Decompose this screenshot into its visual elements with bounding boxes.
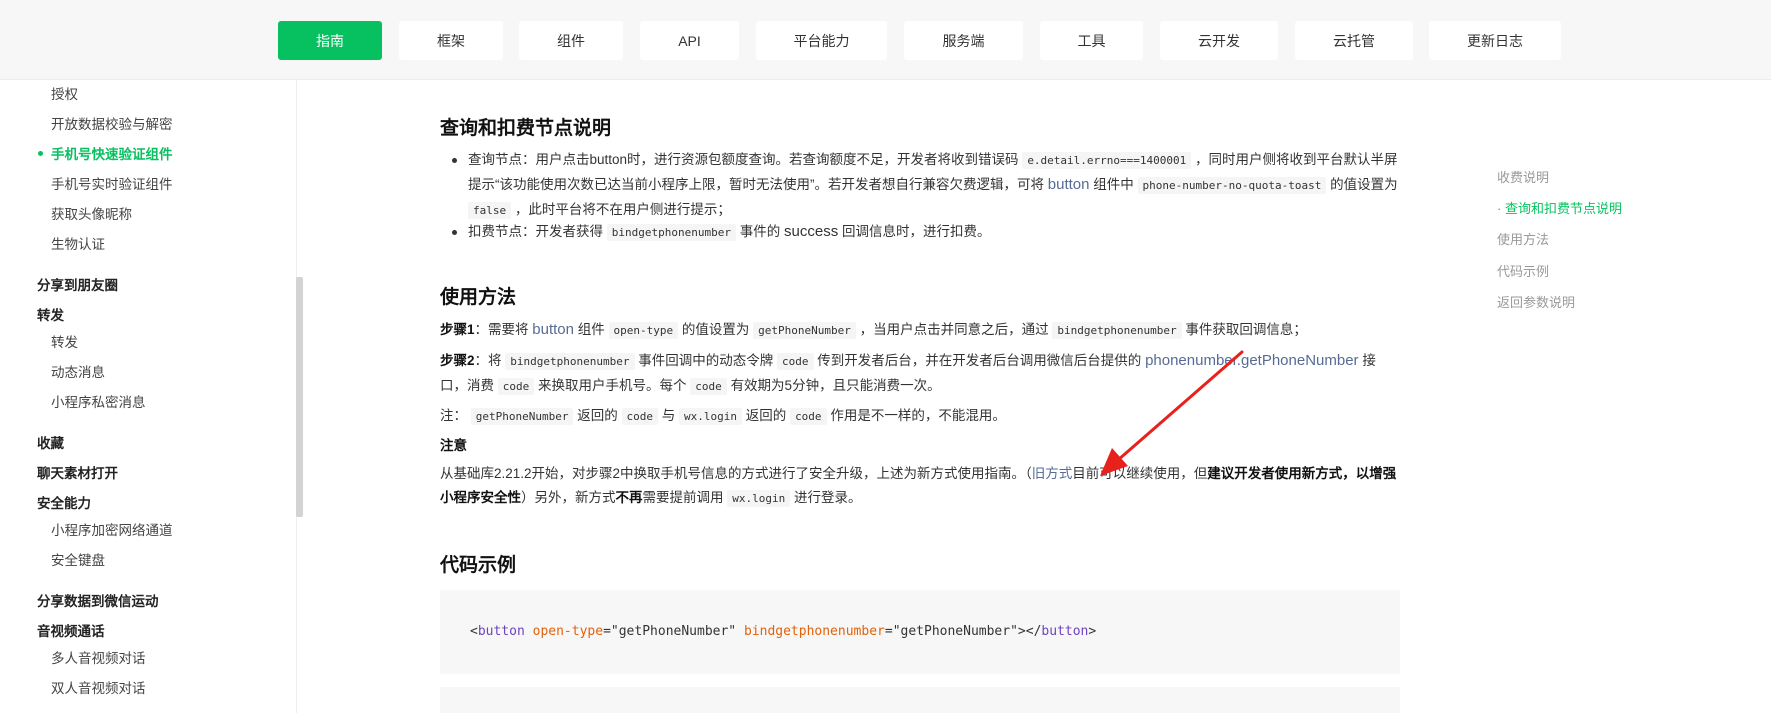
sidebar-item-avatar[interactable]: 获取头像昵称 [51,203,132,223]
tab-cloud-dev[interactable]: 云开发 [1160,21,1278,60]
tab-cloud-hosting[interactable]: 云托管 [1295,21,1413,60]
sidebar-item-dynamic-msg[interactable]: 动态消息 [51,361,105,381]
toc-item-usage[interactable]: 使用方法 [1497,229,1549,248]
sidebar-scrollbar[interactable] [296,277,303,517]
getphonenumber-api-link[interactable]: phonenumber.getPhoneNumber [1145,352,1359,369]
section-title-usage: 使用方法 [440,287,517,308]
sidebar-group-av-call[interactable]: 音视频通话 [37,620,105,640]
sidebar-item-forward[interactable]: 转发 [51,331,78,351]
code-line: <button open-type="getPhoneNumber" bindg… [470,624,1097,639]
sidebar-item-encrypted-channel[interactable]: 小程序加密网络通道 [51,519,173,539]
tab-server[interactable]: 服务端 [904,21,1023,60]
sidebar-group-forward[interactable]: 转发 [37,304,64,324]
toc-item-query-charge[interactable]: · 查询和扣费节点说明 [1497,198,1622,217]
attention-heading: 注意 [440,438,467,453]
step-1: 步骤1：需要将 button 组件 open-type 的值设置为 getPho… [440,321,1307,339]
sidebar-item-open-data[interactable]: 开放数据校验与解密 [51,113,173,133]
sidebar-item-phone-quick[interactable]: 手机号快速验证组件 [51,143,173,163]
sidebar-item-secure-keyboard[interactable]: 安全键盘 [51,549,105,569]
code-block: <button open-type="getPhoneNumber" bindg… [440,590,1400,674]
sidebar-group-werun[interactable]: 分享数据到微信运动 [37,590,159,610]
tab-changelog[interactable]: 更新日志 [1429,21,1561,60]
tab-tools[interactable]: 工具 [1040,21,1143,60]
section-title-code: 代码示例 [440,555,517,576]
sidebar-group-favorite[interactable]: 收藏 [37,432,64,452]
toc-item-return-params[interactable]: 返回参数说明 [1497,292,1575,311]
old-method-link[interactable]: 旧方式 [1032,466,1073,481]
note-paragraph: 注： getPhoneNumber 返回的 code 与 wx.login 返回… [440,408,1006,425]
tab-api[interactable]: API [640,21,739,60]
code-block-2 [440,687,1400,713]
sidebar-item-dual-av[interactable]: 双人音视频对话 [51,677,146,697]
sidebar-item-phone-realtime[interactable]: 手机号实时验证组件 [51,173,173,193]
sidebar-item-multi-av[interactable]: 多人音视频对话 [51,647,146,667]
list-item-charge-node: 扣费节点：开发者获得 bindgetphonenumber 事件的 succes… [440,220,1400,245]
sidebar-item-authorize[interactable]: 授权 [51,83,78,103]
sidebar-item-private-msg[interactable]: 小程序私密消息 [51,391,146,411]
list-item-query-node: 查询节点：用户点击button时，进行资源包额度查询。若查询额度不足，开发者将收… [440,148,1400,223]
tab-platform[interactable]: 平台能力 [756,21,887,60]
top-nav: 指南 框架 组件 API 平台能力 服务端 工具 云开发 云托管 更新日志 [0,0,1771,80]
toc-item-code-example[interactable]: 代码示例 [1497,261,1549,280]
tab-framework[interactable]: 框架 [399,21,503,60]
button-doc-link-2[interactable]: button [532,321,574,338]
attention-paragraph: 从基础库2.21.2开始，对步骤2中换取手机号信息的方式进行了安全升级，上述为新… [440,466,1397,507]
sidebar-group-chat-material[interactable]: 聊天素材打开 [37,462,118,482]
toc-item-billing[interactable]: 收费说明 [1497,167,1549,186]
tab-guide[interactable]: 指南 [278,21,382,60]
button-doc-link[interactable]: button [1048,176,1090,193]
sidebar: 授权 开放数据校验与解密 手机号快速验证组件 手机号实时验证组件 获取头像昵称 … [0,80,297,713]
sidebar-group-moments[interactable]: 分享到朋友圈 [37,274,118,294]
sidebar-group-security[interactable]: 安全能力 [37,492,91,512]
tab-components[interactable]: 组件 [519,21,623,60]
section-title-query: 查询和扣费节点说明 [440,118,612,139]
sidebar-item-bio-auth[interactable]: 生物认证 [51,233,105,253]
active-dot-icon [38,151,43,156]
step-2: 步骤2：将 bindgetphonenumber 事件回调中的动态令牌 code… [440,352,1376,395]
